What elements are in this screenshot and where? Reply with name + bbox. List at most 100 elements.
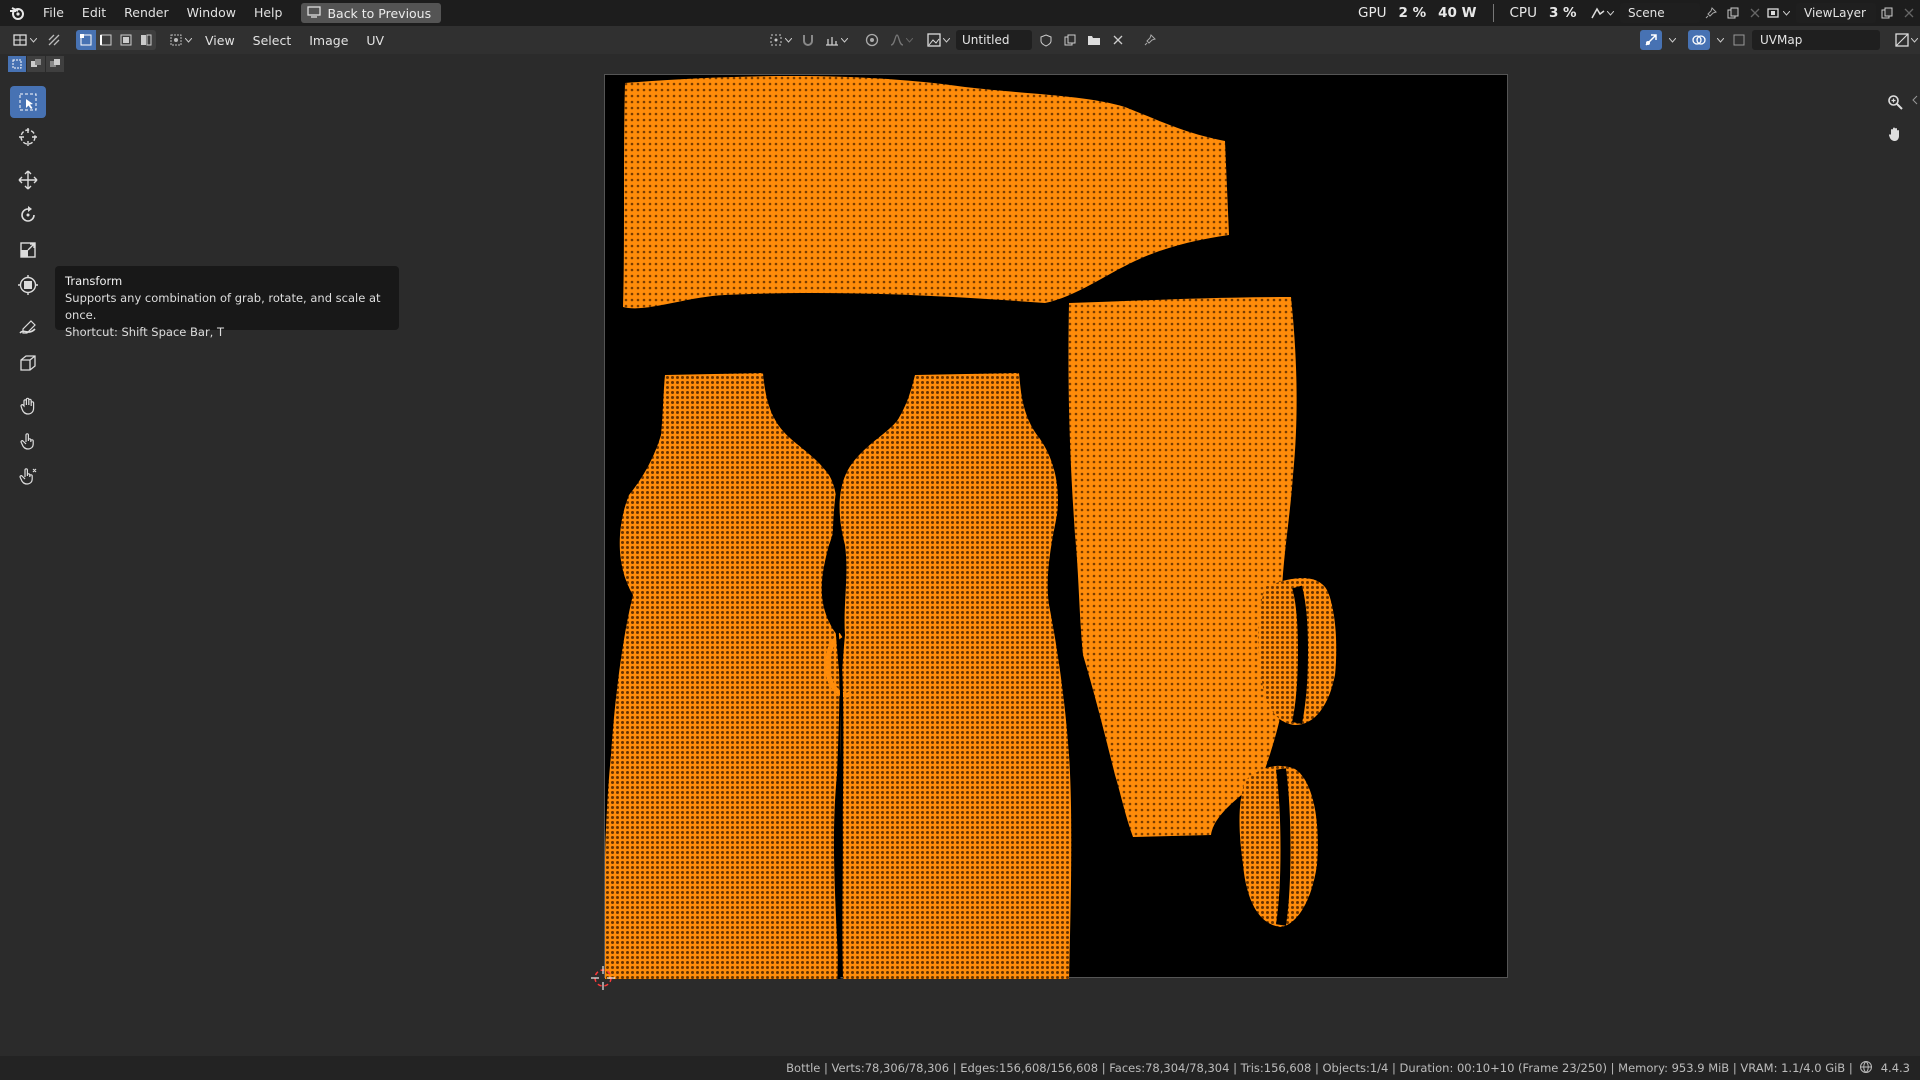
pin-icon[interactable] bbox=[1700, 3, 1722, 23]
menu-view[interactable]: View bbox=[196, 33, 244, 48]
header-center-controls: Untitled bbox=[766, 30, 1162, 50]
uv-island-body-right bbox=[839, 373, 1072, 979]
menu-help[interactable]: Help bbox=[245, 0, 292, 26]
annotate-tool[interactable] bbox=[10, 312, 46, 344]
scene-name-field[interactable]: Scene bbox=[1620, 3, 1700, 23]
menu-edit[interactable]: Edit bbox=[73, 0, 115, 26]
rip-icon bbox=[20, 355, 36, 371]
new-view-layer-icon[interactable] bbox=[1876, 3, 1898, 23]
edge-select-icon[interactable] bbox=[96, 30, 116, 50]
display-channels-dropdown[interactable] bbox=[1892, 30, 1920, 50]
vertex-select-icon[interactable] bbox=[76, 30, 96, 50]
tooltip-description: Supports any combination of grab, rotate… bbox=[65, 291, 381, 322]
tooltip-title: Transform bbox=[65, 274, 123, 288]
editor-type-dropdown[interactable] bbox=[8, 30, 42, 50]
island-select-icon[interactable] bbox=[136, 30, 156, 50]
rotate-tool[interactable] bbox=[10, 199, 46, 231]
zoom-icon[interactable] bbox=[1882, 90, 1908, 114]
menu-window[interactable]: Window bbox=[178, 0, 245, 26]
pan-hand-icon[interactable] bbox=[1882, 122, 1908, 146]
scale-icon bbox=[20, 242, 36, 258]
menu-render[interactable]: Render bbox=[115, 0, 178, 26]
grab-tool[interactable] bbox=[10, 390, 46, 422]
image-icon bbox=[926, 33, 941, 47]
2d-cursor-icon[interactable] bbox=[591, 966, 615, 990]
grab-icon bbox=[20, 397, 35, 415]
view-layer-selector[interactable]: ViewLayer bbox=[1760, 3, 1920, 23]
falloff-dropdown[interactable] bbox=[888, 30, 914, 50]
scene-icon bbox=[1590, 7, 1604, 19]
pinch-icon bbox=[19, 468, 37, 485]
sticky-selection-icon bbox=[170, 34, 182, 46]
header-right-controls: UVMap bbox=[1640, 30, 1920, 50]
scene-selector[interactable]: Scene bbox=[1584, 3, 1766, 23]
cursor-tool[interactable] bbox=[10, 121, 46, 153]
transform-icon bbox=[18, 275, 38, 295]
gizmo-dropdown[interactable] bbox=[1666, 30, 1678, 50]
view-layer-name-field[interactable]: ViewLayer bbox=[1796, 3, 1876, 23]
scene-type-dropdown[interactable] bbox=[1584, 3, 1620, 23]
annotate-icon bbox=[19, 320, 36, 334]
new-image-icon[interactable] bbox=[1060, 30, 1080, 50]
delete-view-layer-icon[interactable] bbox=[1898, 3, 1920, 23]
blender-version: 4.4.3 bbox=[1880, 1061, 1910, 1075]
uv-island-right-tall bbox=[1068, 297, 1297, 837]
uv-editor-header: View Select Image UV Untitled UVMap bbox=[0, 26, 1920, 54]
select-extend-icon[interactable] bbox=[27, 56, 45, 72]
select-box-tool[interactable] bbox=[10, 86, 46, 118]
back-to-previous-label: Back to Previous bbox=[327, 5, 432, 21]
rotate-icon bbox=[21, 206, 35, 222]
uv-islands bbox=[605, 76, 1337, 979]
sidebar-toggle-chevron-icon[interactable] bbox=[1912, 94, 1918, 108]
menu-file[interactable]: File bbox=[34, 0, 73, 26]
pinch-tool[interactable] bbox=[10, 460, 46, 492]
menu-image[interactable]: Image bbox=[300, 33, 357, 48]
network-globe-icon bbox=[1859, 1060, 1873, 1077]
select-subtract-icon[interactable] bbox=[46, 56, 64, 72]
image-name-field[interactable]: Untitled bbox=[956, 30, 1032, 50]
uv-sync-selection-icon[interactable] bbox=[42, 30, 66, 50]
scale-tool[interactable] bbox=[10, 234, 46, 266]
pin-image-icon[interactable] bbox=[1138, 30, 1162, 50]
cursor-icon bbox=[19, 128, 37, 146]
new-scene-icon[interactable] bbox=[1722, 3, 1744, 23]
sticky-selection-dropdown[interactable] bbox=[166, 30, 196, 50]
uv-island-body-left bbox=[605, 373, 840, 979]
gpu-usage: 2 % bbox=[1398, 5, 1427, 21]
menu-select[interactable]: Select bbox=[244, 33, 301, 48]
select-box-icon bbox=[19, 93, 37, 111]
rip-tool[interactable] bbox=[10, 347, 46, 379]
overlays-dropdown[interactable] bbox=[1714, 30, 1726, 50]
face-select-icon[interactable] bbox=[116, 30, 136, 50]
move-tool[interactable] bbox=[10, 164, 46, 196]
scene-statistics: Bottle | Verts:78,306/78,306 | Edges:156… bbox=[786, 1061, 1853, 1075]
open-image-folder-icon[interactable] bbox=[1084, 30, 1104, 50]
gpu-label: GPU bbox=[1358, 5, 1387, 21]
resource-stats: GPU 2 % 40 W CPU 3 % bbox=[1358, 0, 1577, 26]
render-layers-icon bbox=[1766, 8, 1779, 18]
blender-logo-icon[interactable] bbox=[0, 0, 34, 26]
pivot-point-dropdown[interactable] bbox=[766, 30, 794, 50]
unlink-image-icon[interactable] bbox=[1108, 30, 1128, 50]
back-to-previous-button[interactable]: Back to Previous bbox=[301, 3, 442, 23]
transform-tooltip: Transform Supports any combination of gr… bbox=[55, 266, 399, 339]
fake-user-shield-icon[interactable] bbox=[1036, 30, 1056, 50]
browse-image-dropdown[interactable] bbox=[924, 30, 952, 50]
proportional-editing-icon[interactable] bbox=[860, 30, 884, 50]
snap-target-dropdown[interactable] bbox=[822, 30, 850, 50]
navigation-gizmos bbox=[1882, 90, 1908, 146]
relax-tool[interactable] bbox=[10, 425, 46, 457]
cpu-label: CPU bbox=[1509, 5, 1537, 21]
gizmo-toggle-icon[interactable] bbox=[1640, 30, 1662, 50]
snap-toggle-icon[interactable] bbox=[798, 30, 818, 50]
uv-canvas[interactable] bbox=[604, 74, 1508, 979]
uv-island-top-sleeve bbox=[623, 76, 1229, 309]
overlays-toggle-icon[interactable] bbox=[1688, 30, 1710, 50]
falloff-curve-icon bbox=[890, 34, 903, 46]
view-layer-type-dropdown[interactable] bbox=[1760, 3, 1796, 23]
move-icon bbox=[18, 170, 38, 190]
transform-tool[interactable] bbox=[10, 269, 46, 301]
select-new-icon[interactable] bbox=[8, 56, 26, 72]
uv-map-field[interactable]: UVMap bbox=[1752, 30, 1880, 50]
menu-uv[interactable]: UV bbox=[357, 33, 393, 48]
